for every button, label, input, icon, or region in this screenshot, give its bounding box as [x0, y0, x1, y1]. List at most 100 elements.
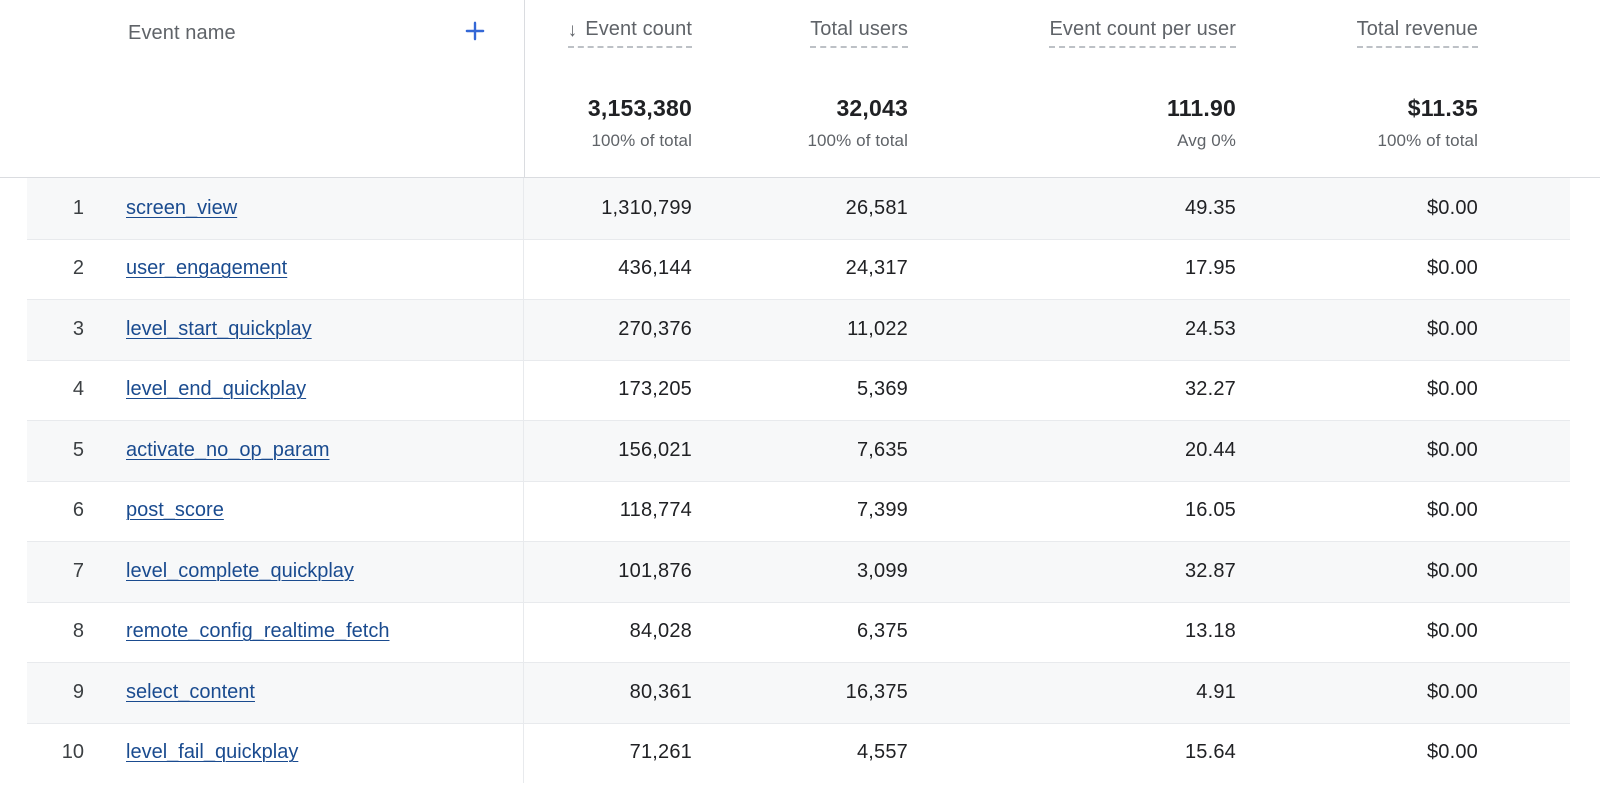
cell-total-users: 4,557 [714, 741, 930, 764]
row-index: 9 [0, 681, 100, 704]
cell-total-users: 26,581 [714, 197, 930, 220]
totals-event-count-cell: 3,153,380 100% of total [524, 68, 714, 177]
cell-total-revenue: $0.00 [1258, 197, 1500, 220]
totals-total-revenue-subtext: 100% of total [1377, 131, 1478, 151]
table-row[interactable]: 1screen_view1,310,79926,58149.35$0.00 [0, 178, 1600, 239]
cell-total-revenue: $0.00 [1258, 741, 1500, 764]
cell-event-count: 270,376 [524, 318, 714, 341]
row-dimension-cell: 8 remote_config_realtime_fetch [0, 602, 524, 663]
totals-total-revenue-value: $11.35 [1408, 96, 1478, 121]
column-header-event-count-per-user[interactable]: Event count per user [930, 0, 1258, 48]
plus-icon[interactable] [460, 16, 490, 46]
table-header-row: Event name ↓ Event count Total users Eve… [0, 0, 1600, 68]
cell-event-count-per-user: 17.95 [930, 257, 1258, 280]
cell-event-count-per-user: 20.44 [930, 439, 1258, 462]
column-header-total-revenue-label: Total revenue [1357, 18, 1478, 41]
row-index: 6 [0, 499, 100, 522]
event-name-link[interactable]: activate_no_op_param [126, 439, 329, 462]
table-totals-row: 3,153,380 100% of total 32,043 100% of t… [0, 68, 1600, 178]
row-dimension-cell: 4 level_end_quickplay [0, 360, 524, 421]
column-header-total-users-label: Total users [810, 18, 908, 41]
cell-event-count-per-user: 32.87 [930, 560, 1258, 583]
cell-event-count-per-user: 16.05 [930, 499, 1258, 522]
cell-total-users: 6,375 [714, 620, 930, 643]
cell-event-count-per-user: 24.53 [930, 318, 1258, 341]
row-divider [27, 602, 1570, 603]
table-row[interactable]: 9select_content80,36116,3754.91$0.00 [0, 662, 1600, 723]
event-name-link[interactable]: level_start_quickplay [126, 318, 312, 341]
cell-total-users: 7,635 [714, 439, 930, 462]
cell-total-users: 5,369 [714, 378, 930, 401]
row-index: 5 [0, 439, 100, 462]
totals-event-count-per-user-cell: 111.90 Avg 0% [930, 68, 1258, 177]
cell-event-count: 156,021 [524, 439, 714, 462]
table-row[interactable]: 8 remote_config_realtime_fetch 84,0286,375… [0, 602, 1600, 663]
cell-event-count-per-user: 15.64 [930, 741, 1258, 764]
totals-total-users-cell: 32,043 100% of total [714, 68, 930, 177]
events-report-table: Event name ↓ Event count Total users Eve… [0, 0, 1600, 812]
table-row[interactable]: 3 level_start_quickplay 270,37611,02224.53… [0, 299, 1600, 360]
row-dimension-cell: 10level_fail_quickplay [0, 723, 524, 784]
row-divider [27, 541, 1570, 542]
event-name-link[interactable]: user_engagement [126, 257, 287, 280]
cell-total-revenue: $0.00 [1258, 681, 1500, 704]
totals-event-count-subtext: 100% of total [591, 131, 692, 151]
cell-total-revenue: $0.00 [1258, 560, 1500, 583]
row-index: 7 [0, 560, 100, 583]
table-row[interactable]: 5 activate_no_op_param 156,0217,63520.44$0… [0, 420, 1600, 481]
cell-total-revenue: $0.00 [1258, 499, 1500, 522]
cell-event-count: 71,261 [524, 741, 714, 764]
totals-total-users-subtext: 100% of total [807, 131, 908, 151]
cell-event-count: 173,205 [524, 378, 714, 401]
row-dimension-cell: 2 user_engagement [0, 239, 524, 300]
row-dimension-cell: 7 level_complete_quickplay [0, 541, 524, 602]
header-gutter [1500, 0, 1600, 18]
row-divider [27, 481, 1570, 482]
totals-dimension-cell [0, 68, 524, 177]
column-header-total-revenue[interactable]: Total revenue [1258, 0, 1500, 48]
event-name-link[interactable]: level_complete_quickplay [126, 560, 354, 583]
column-header-event-count[interactable]: ↓ Event count [524, 0, 714, 48]
table-body: 1screen_view1,310,79926,58149.35$0.002us… [0, 178, 1600, 783]
column-header-event-name[interactable]: Event name [0, 0, 524, 48]
cell-total-users: 11,022 [714, 318, 930, 341]
column-header-total-users[interactable]: Total users [714, 0, 930, 48]
table-row[interactable]: 7 level_complete_quickplay 101,8763,09932.… [0, 541, 1600, 602]
table-row[interactable]: 10level_fail_quickplay71,2614,55715.64$0… [0, 723, 1600, 784]
table-row[interactable]: 6post_score118,7747,39916.05$0.00 [0, 481, 1600, 542]
cell-total-users: 16,375 [714, 681, 930, 704]
cell-total-revenue: $0.00 [1258, 318, 1500, 341]
row-divider [27, 239, 1570, 240]
totals-event-count-per-user-subtext: Avg 0% [1177, 131, 1236, 151]
table-row[interactable]: 2user_engagement436,14424,31717.95$0.00 [0, 239, 1600, 300]
column-header-event-count-per-user-label: Event count per user [1049, 18, 1236, 41]
row-index: 1 [0, 197, 100, 220]
cell-total-users: 24,317 [714, 257, 930, 280]
event-name-link[interactable]: level_fail_quickplay [126, 741, 298, 764]
row-index: 2 [0, 257, 100, 280]
event-name-link[interactable]: level_end_quickplay [126, 378, 306, 401]
row-index: 8 [0, 620, 100, 643]
column-header-event-count-label: Event count [585, 18, 692, 41]
row-index: 3 [0, 318, 100, 341]
column-header-event-name-label: Event name [128, 22, 236, 45]
event-name-link[interactable]: post_score [126, 499, 224, 522]
event-name-link[interactable]: remote_config_realtime_fetch [126, 620, 389, 643]
cell-total-users: 3,099 [714, 560, 930, 583]
cell-event-count: 80,361 [524, 681, 714, 704]
row-dimension-cell: 1 screen_view [0, 178, 524, 239]
cell-total-revenue: $0.00 [1258, 439, 1500, 462]
row-divider [27, 299, 1570, 300]
cell-event-count-per-user: 49.35 [930, 197, 1258, 220]
cell-event-count-per-user: 32.27 [930, 378, 1258, 401]
table-row[interactable]: 4level_end_quickplay173,2055,36932.27$0.… [0, 360, 1600, 421]
totals-total-users-value: 32,043 [836, 96, 908, 121]
event-name-link[interactable]: screen_view [126, 197, 237, 220]
cell-event-count: 101,876 [524, 560, 714, 583]
cell-total-users: 7,399 [714, 499, 930, 522]
cell-event-count: 84,028 [524, 620, 714, 643]
row-dimension-cell: 6 post_score [0, 481, 524, 542]
row-dimension-cell: 5 activate_no_op_param [0, 420, 524, 481]
row-index: 4 [0, 378, 100, 401]
event-name-link[interactable]: select_content [126, 681, 255, 704]
